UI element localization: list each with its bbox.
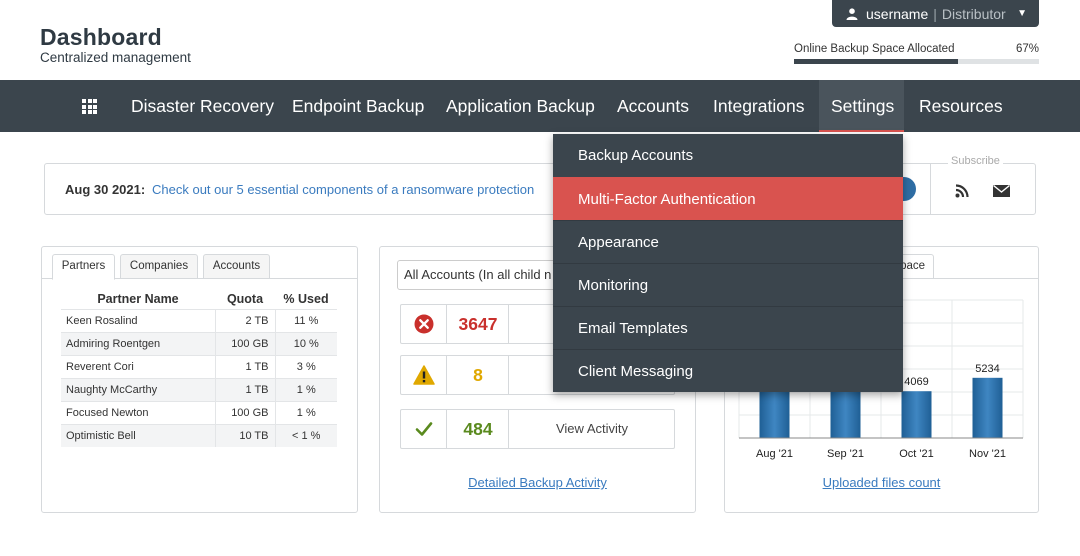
column-header[interactable]: Quota <box>215 289 275 309</box>
partner-quota: 10 TB <box>215 423 276 447</box>
chart-tick-label: Sep '21 <box>827 448 864 460</box>
partner-used: 1 % <box>275 377 337 401</box>
mail-icon[interactable] <box>993 185 1010 197</box>
page-subtitle: Centralized management <box>40 50 191 65</box>
nav-resources[interactable]: Resources <box>919 80 1003 132</box>
partner-name: Focused Newton <box>61 400 216 424</box>
success-stat[interactable]: 484 View Activity <box>400 409 675 449</box>
subscribe-label: Subscribe <box>948 155 1003 167</box>
rss-icon[interactable] <box>955 184 969 198</box>
chart-tick-label: Aug '21 <box>756 448 793 460</box>
partner-quota: 1 TB <box>215 354 276 378</box>
partner-quota: 100 GB <box>215 331 276 355</box>
column-header[interactable]: Partner Name <box>61 289 215 309</box>
partner-name: Admiring Roentgen <box>61 331 216 355</box>
settings-dropdown-menu: Backup Accounts Multi-Factor Authenticat… <box>553 134 903 392</box>
error-icon <box>414 314 433 334</box>
tab-partners[interactable]: Partners <box>52 254 115 280</box>
partner-used: 10 % <box>275 331 337 355</box>
partner-quota: 100 GB <box>215 400 276 424</box>
tab-companies[interactable]: Companies <box>120 254 198 279</box>
subscribe-box <box>930 163 1036 215</box>
table-row[interactable]: Reverent Cori 1 TB 3 % <box>61 354 337 378</box>
column-header[interactable]: % Used <box>275 289 337 309</box>
table-row[interactable]: Keen Rosalind 2 TB 11 % <box>61 308 337 332</box>
user-separator: | <box>933 5 937 22</box>
table-row[interactable]: Naughty McCarthy 1 TB 1 % <box>61 377 337 401</box>
partner-used: 3 % <box>275 354 337 378</box>
nav-disaster-recovery[interactable]: Disaster Recovery <box>131 80 274 132</box>
backup-space-bar <box>794 59 1039 64</box>
warning-icon <box>412 365 435 385</box>
dashboard-page: Dashboard Centralized management usernam… <box>0 0 1080 556</box>
chart-bar <box>901 391 932 438</box>
nav-settings[interactable]: Settings <box>819 80 904 132</box>
uploaded-files-count-link[interactable]: Uploaded files count <box>725 475 1038 490</box>
partner-name: Keen Rosalind <box>61 308 216 332</box>
tab-accounts[interactable]: Accounts <box>203 254 270 279</box>
partners-table: Partner Name Quota % Used Keen Rosalind … <box>61 289 337 447</box>
backup-space-percent: 67% <box>1015 43 1039 55</box>
nav-application-backup[interactable]: Application Backup <box>446 80 595 132</box>
chart-data-label: 4069 <box>904 376 928 388</box>
chart-tick-label: Nov '21 <box>969 448 1006 460</box>
partner-used: 1 % <box>275 400 337 424</box>
main-navbar: Disaster Recovery Endpoint Backup Applic… <box>0 80 1080 132</box>
nav-accounts[interactable]: Accounts <box>617 80 689 132</box>
partner-quota: 2 TB <box>215 308 276 332</box>
menu-item-client-messaging[interactable]: Client Messaging <box>553 349 903 392</box>
nav-integrations[interactable]: Integrations <box>713 80 804 132</box>
chart-data-label: 5234 <box>975 363 999 375</box>
partner-used: < 1 % <box>275 423 337 447</box>
success-count: 484 <box>448 410 509 448</box>
backup-space-indicator: Online Backup Space Allocated 67% <box>794 43 1039 64</box>
menu-item-appearance[interactable]: Appearance <box>553 220 903 263</box>
table-row[interactable]: Optimistic Bell 10 TB < 1 % <box>61 423 337 447</box>
detailed-backup-activity-link[interactable]: Detailed Backup Activity <box>380 475 695 490</box>
user-icon <box>846 7 858 20</box>
backup-space-label: Online Backup Space Allocated <box>794 43 955 55</box>
menu-item-backup-accounts[interactable]: Backup Accounts <box>553 134 903 177</box>
chart-tick-label: Oct '21 <box>899 448 934 460</box>
announcement-link[interactable]: Check out our 5 essential components of … <box>152 182 534 197</box>
page-title: Dashboard <box>40 24 162 50</box>
partner-quota: 1 TB <box>215 377 276 401</box>
grid-menu-icon[interactable] <box>82 99 97 114</box>
partner-used: 11 % <box>275 308 337 332</box>
partner-name: Naughty McCarthy <box>61 377 216 401</box>
chart-bar <box>972 377 1003 438</box>
warnings-count: 8 <box>448 356 509 394</box>
user-menu-button[interactable]: username | Distributor ▼ <box>832 0 1039 27</box>
menu-item-monitoring[interactable]: Monitoring <box>553 263 903 306</box>
table-row[interactable]: Admiring Roentgen 100 GB 10 % <box>61 331 337 355</box>
menu-item-email-templates[interactable]: Email Templates <box>553 306 903 349</box>
check-icon <box>415 422 432 436</box>
brand: Dashboard Centralized management <box>40 24 191 65</box>
username: username <box>866 5 929 22</box>
table-row[interactable]: Focused Newton 100 GB 1 % <box>61 400 337 424</box>
backup-space-bar-fill <box>794 59 959 64</box>
success-view-activity-link[interactable]: View Activity <box>510 410 674 448</box>
partner-name: Optimistic Bell <box>61 423 216 447</box>
nav-endpoint-backup[interactable]: Endpoint Backup <box>292 80 424 132</box>
partner-name: Reverent Cori <box>61 354 216 378</box>
caret-down-icon: ▼ <box>1017 8 1027 19</box>
menu-item-multi-factor-authentication[interactable]: Multi-Factor Authentication <box>553 177 903 220</box>
errors-count: 3647 <box>448 305 509 343</box>
user-role: Distributor <box>941 5 1006 22</box>
partners-panel: Partners Companies Accounts Partner Name… <box>41 246 358 513</box>
announcement-date: Aug 30 2021: <box>65 182 146 197</box>
accounts-filter-select[interactable]: All Accounts (In all child n <box>397 260 577 290</box>
